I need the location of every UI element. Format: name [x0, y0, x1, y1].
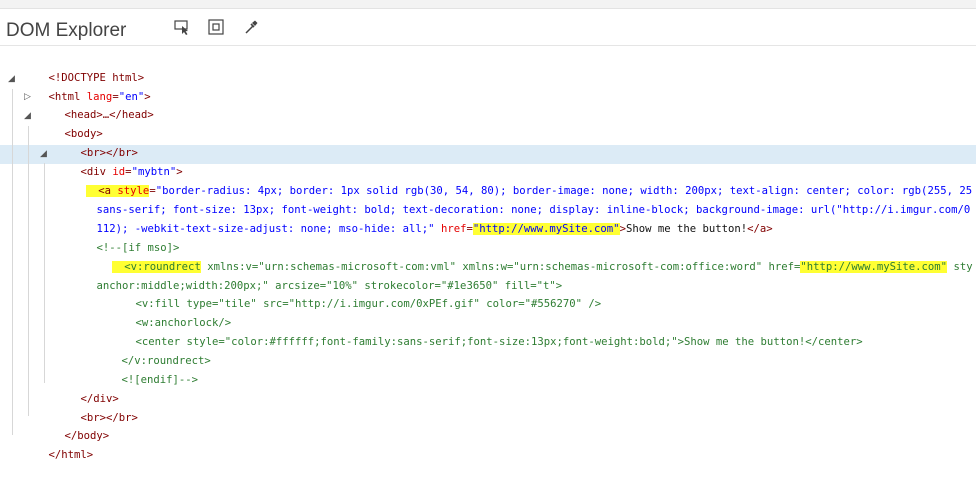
tree-row-body-close[interactable]: </body>	[39, 409, 110, 442]
tag-end: </html>	[48, 449, 94, 461]
tree-row-anchor-wrap: sans-serif; font-size: 13px; font-weight…	[71, 183, 971, 216]
tree-row-center: <center style="color:#ffffff;font-family…	[110, 315, 863, 348]
href-value-highlighted: "http://www.mySite.com"	[472, 223, 620, 235]
tree-guide	[28, 126, 29, 416]
comment-node: <center style="color:#ffffff;font-family…	[135, 336, 863, 348]
tree-row-roundrect-wrap: anchor:middle;width:200px;" arcsize="10%…	[71, 259, 563, 292]
dom-explorer-header: DOM Explorer	[0, 9, 976, 46]
attr-name: href	[440, 223, 467, 235]
tree-row-html-close[interactable]: </html>	[23, 428, 94, 461]
tree-row-anchor[interactable]: <a style="border-radius: 4px; border: 1p…	[60, 164, 972, 197]
window-top-strip	[0, 0, 976, 9]
dom-tree: <!DOCTYPE html> ◢ <html lang="en"> ▷ <he…	[0, 47, 976, 461]
tree-row-vfill: <v:fill type="tile" src="http://i.imgur.…	[110, 277, 602, 310]
tree-row-roundrect-close: </v:roundrect>	[96, 334, 211, 367]
attr-eq: =	[466, 223, 473, 235]
tree-row-endif: <![endif]-->	[96, 353, 199, 386]
panel-title: DOM Explorer	[6, 20, 127, 41]
tree-row-body[interactable]: <body>	[39, 107, 103, 140]
tree-guide	[44, 163, 45, 383]
tree-row-div-mybtn[interactable]: <div id="mybtn">	[55, 145, 183, 178]
tree-row-doctype[interactable]: <!DOCTYPE html>	[23, 51, 145, 84]
link-text: Show me the button!	[625, 223, 748, 235]
tree-row-html[interactable]: <html lang="en">	[23, 70, 151, 103]
tag-end: </a>	[747, 223, 773, 235]
tree-row-anchorlock: <w:anchorlock/>	[110, 296, 232, 329]
tree-row-div-close[interactable]: </div>	[55, 372, 119, 405]
tree-row-br[interactable]: <br></br>	[55, 126, 138, 159]
comment-node: <![endif]-->	[121, 374, 199, 386]
expand-twisty-icon[interactable]: ◢	[40, 145, 47, 163]
tree-row-comment[interactable]: <!--[if mso]>	[71, 221, 180, 254]
tree-row-head[interactable]: <head>…</head>	[39, 88, 154, 121]
tree-guide	[12, 89, 13, 435]
href-value-highlighted: "http://www.mySite.com"	[800, 261, 948, 273]
expand-twisty-icon[interactable]: ◢	[8, 70, 15, 88]
expand-twisty-icon[interactable]: ◢	[24, 107, 31, 125]
eyedropper-icon[interactable]	[242, 18, 260, 36]
highlight-box-icon[interactable]	[207, 18, 225, 36]
comment-node: sty	[947, 261, 973, 273]
collapse-twisty-icon[interactable]: ▷	[24, 88, 31, 106]
select-element-icon[interactable]	[173, 18, 191, 36]
tree-row-br[interactable]: <br></br>	[55, 391, 138, 424]
tree-row-anchor-wrap: 112); -webkit-text-size-adjust: none; ms…	[71, 202, 773, 235]
tree-row-roundrect[interactable]: <v:roundrect xmlns:v="urn:schemas-micros…	[86, 240, 973, 273]
